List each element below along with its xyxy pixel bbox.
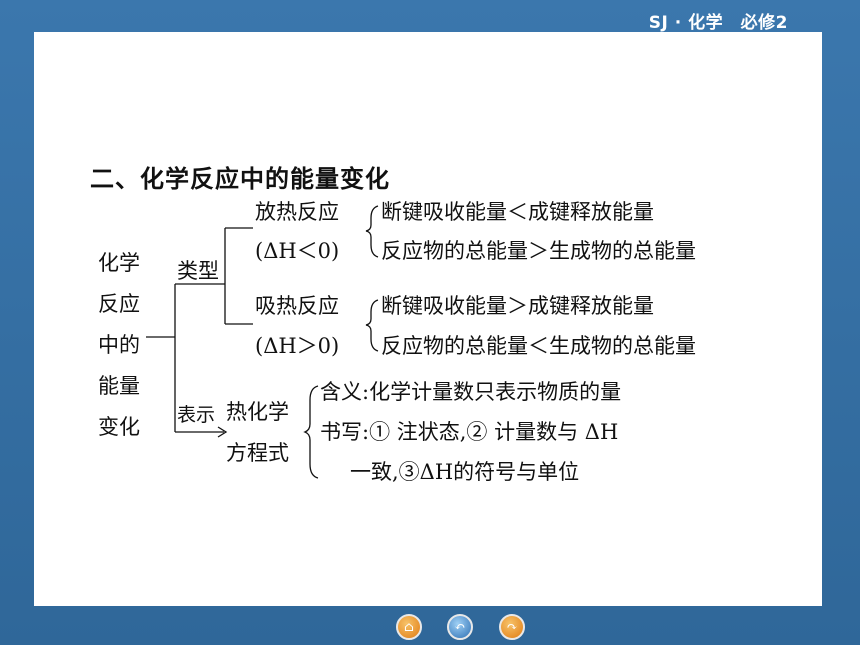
back-icon: ↶	[454, 619, 466, 635]
home-icon: ⌂	[404, 619, 414, 635]
home-nav-button[interactable]: ⌂	[396, 614, 422, 640]
slide-canvas: 二、化学反应中的能量变化 化学 反应 中的 能量 变化 类型 放热反应 (ΔH＜…	[34, 32, 822, 606]
exo-brace	[365, 205, 379, 258]
forward-icon: ↷	[506, 619, 518, 635]
equation-brace	[303, 385, 319, 479]
back-nav-button[interactable]: ↶	[447, 614, 473, 640]
course-tag: SJ · 化学 必修2	[648, 13, 788, 33]
forward-nav-button[interactable]: ↷	[499, 614, 525, 640]
type-branch	[224, 227, 253, 325]
endo-brace	[365, 299, 379, 352]
structure-diagram-lines	[146, 205, 379, 479]
